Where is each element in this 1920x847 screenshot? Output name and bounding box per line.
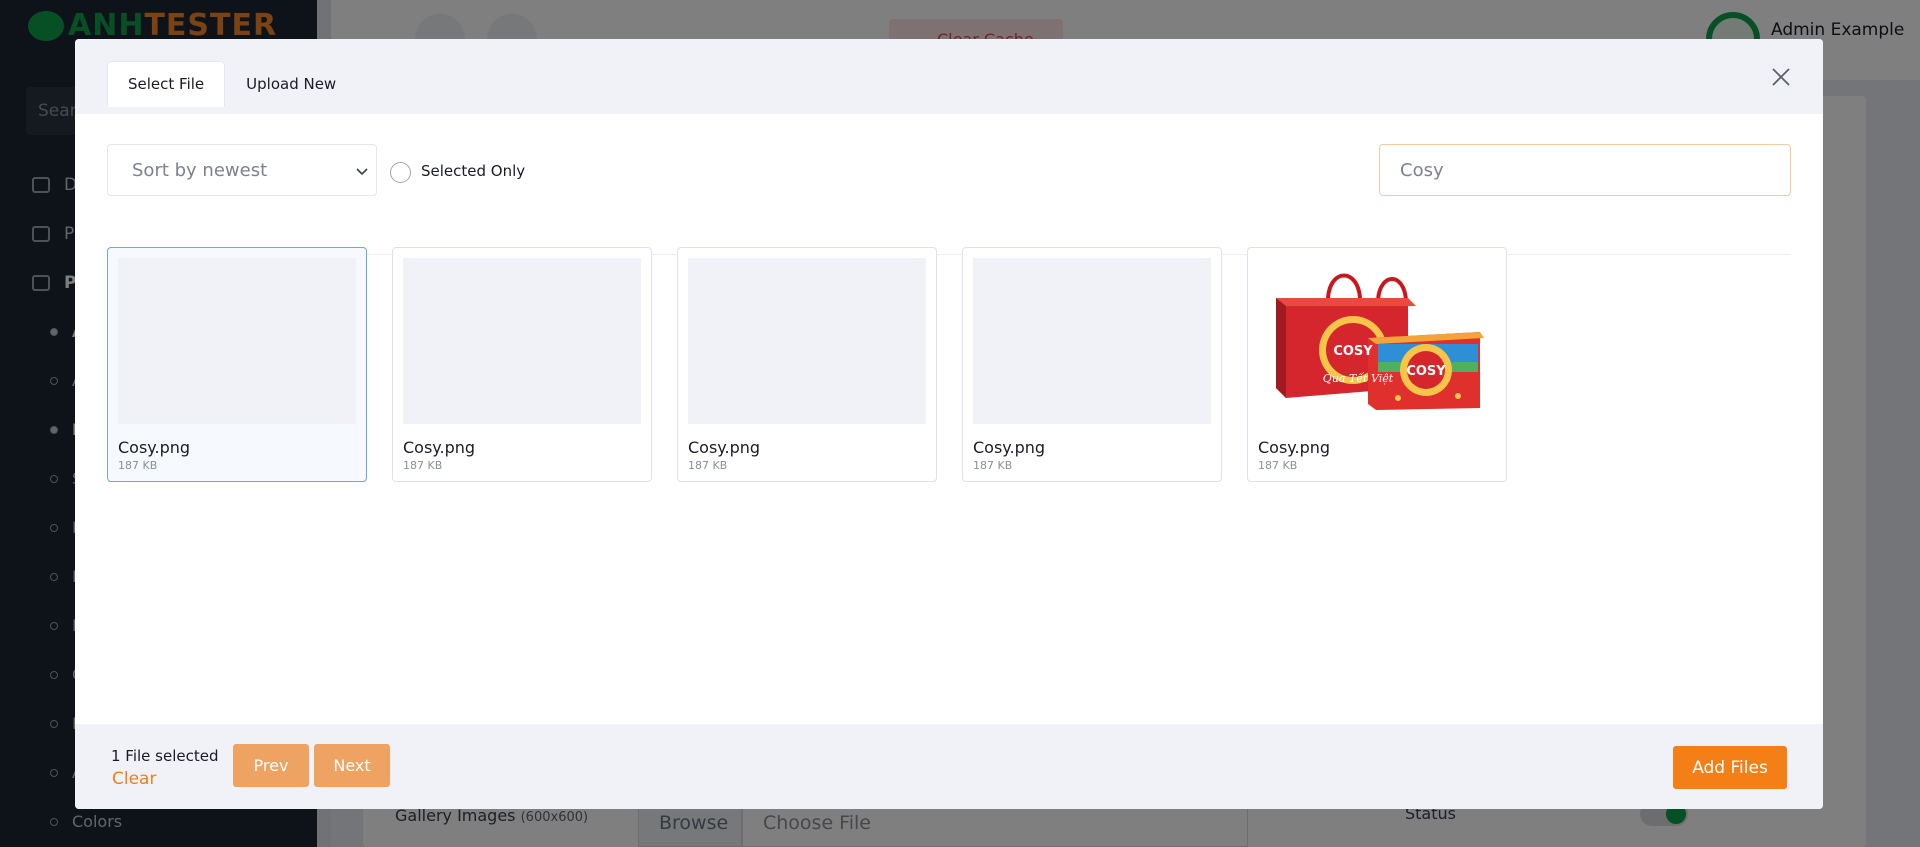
file-toolbar: Sort by newest Selected Only	[107, 144, 1791, 255]
file-size: 187 KB	[403, 459, 443, 472]
file-size: 187 KB	[118, 459, 158, 472]
file-card[interactable]: Cosy.png 187 KB	[392, 247, 652, 482]
file-size: 187 KB	[973, 459, 1013, 472]
file-card[interactable]: Cosy.png 187 KB	[677, 247, 937, 482]
modal-footer: 1 File selected Clear Prev Next Add File…	[75, 724, 1823, 809]
file-thumbnail: COSY COSY Qua Tết Việt	[1258, 258, 1496, 424]
prev-button[interactable]: Prev	[233, 744, 309, 787]
file-manager-modal: Select File Upload New Sort by newest Se…	[75, 39, 1823, 809]
add-files-button[interactable]: Add Files	[1673, 746, 1787, 789]
next-button[interactable]: Next	[314, 744, 390, 787]
clear-selection-link[interactable]: Clear	[112, 769, 156, 789]
file-size: 187 KB	[1258, 459, 1298, 472]
cosy-brand-text: COSY	[1333, 344, 1373, 359]
file-name: Cosy.png	[118, 438, 191, 457]
file-name: Cosy.png	[1258, 438, 1331, 457]
modal-header: Select File Upload New	[75, 39, 1823, 114]
file-thumbnail	[973, 258, 1211, 424]
file-thumbnail	[688, 258, 926, 424]
selected-count: 1 File selected	[111, 747, 219, 765]
selected-only-toggle[interactable]: Selected Only	[390, 158, 525, 183]
sort-select[interactable]: Sort by newest	[107, 144, 377, 196]
cosy-brand-text-front: COSY	[1406, 364, 1446, 379]
file-name: Cosy.png	[688, 438, 761, 457]
file-name: Cosy.png	[973, 438, 1046, 457]
modal-tabs: Select File Upload New	[107, 61, 357, 107]
sort-select-value: Sort by newest	[132, 160, 268, 181]
file-size: 187 KB	[688, 459, 728, 472]
file-thumbnail	[403, 258, 641, 424]
file-grid: Cosy.png 187 KB Cosy.png 187 KB Cosy.png…	[107, 247, 1507, 482]
selected-only-radio[interactable]	[390, 162, 411, 183]
file-thumbnail	[118, 258, 356, 424]
tab-upload-new[interactable]: Upload New	[225, 61, 357, 107]
file-name: Cosy.png	[403, 438, 476, 457]
file-card[interactable]: Cosy.png 187 KB	[962, 247, 1222, 482]
file-card[interactable]: COSY COSY Qua Tết Việt Cosy.png 187 KB	[1247, 247, 1507, 482]
cosy-gift-box-image: COSY COSY Qua Tết Việt	[1258, 258, 1496, 424]
close-icon[interactable]	[1771, 67, 1791, 87]
file-search-input[interactable]	[1379, 144, 1791, 196]
file-card[interactable]: Cosy.png 187 KB	[107, 247, 367, 482]
tab-select-file[interactable]: Select File	[107, 61, 226, 107]
chevron-down-icon	[356, 168, 368, 176]
selected-only-label: Selected Only	[421, 161, 526, 180]
script-caption-text: Qua Tết Việt	[1323, 372, 1394, 385]
